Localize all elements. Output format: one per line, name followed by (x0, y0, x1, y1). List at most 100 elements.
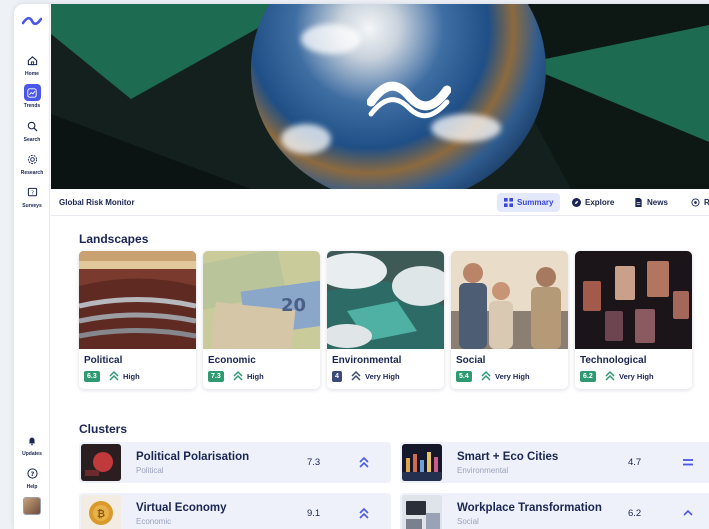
cluster-thumbnail (402, 444, 442, 481)
cluster-value: 7.3 (307, 457, 321, 468)
score-badge: 7.3 (208, 371, 224, 382)
cluster-row[interactable]: Political Polarisation Political 7.3 (79, 442, 391, 483)
sidebar-item-home[interactable]: Home (14, 52, 50, 77)
sidebar: Home Trends Search Research ? Surveys Up… (14, 4, 50, 529)
sidebar-item-search[interactable]: Search (14, 118, 50, 143)
sidebar-item-label: Trends (23, 103, 41, 109)
landscape-name: Economic (208, 355, 256, 366)
cluster-category: Political (136, 466, 164, 475)
sidebar-item-research[interactable]: Research (14, 151, 50, 176)
brand-logo[interactable] (22, 14, 42, 30)
sidebar-item-label: Updates (22, 451, 42, 457)
landscape-card-social[interactable]: Social 5.4 Very High (451, 251, 568, 389)
sidebar-item-surveys[interactable]: ? Surveys (14, 184, 50, 209)
sidebar-item-trends[interactable]: Trends (14, 84, 50, 109)
sidebar-item-label: Search (23, 137, 41, 143)
radar-icon (691, 198, 700, 207)
score-badge: 6.2 (580, 371, 596, 382)
tab-label: Explore (585, 198, 615, 207)
landscape-name: Political (84, 355, 123, 366)
landscape-card-economic[interactable]: 20 Economic 7.3 High (203, 251, 320, 389)
landscape-name: Technological (580, 355, 647, 366)
cluster-value: 6.2 (628, 508, 642, 519)
avatar[interactable] (23, 497, 41, 515)
risk-level: Very High (365, 372, 400, 381)
landscape-card-political[interactable]: Political 6.3 High (79, 251, 196, 389)
sidebar-item-label: Research (20, 170, 44, 176)
svg-text:?: ? (30, 470, 34, 478)
chevron-up-icon (683, 509, 693, 516)
tab-radar[interactable]: R (684, 193, 709, 212)
double-chevron-up-icon (605, 370, 615, 381)
parliament-image (79, 251, 196, 349)
cluster-value: 9.1 (307, 508, 321, 519)
trends-icon (23, 84, 41, 101)
cluster-thumbnail: ₿ (81, 495, 121, 529)
tab-label: R (704, 198, 709, 207)
sidebar-item-updates[interactable]: Updates (14, 432, 50, 457)
double-chevron-up-icon (109, 370, 119, 381)
sidebar-item-label: Help (26, 484, 38, 490)
surveys-icon: ? (24, 184, 41, 201)
compass-icon (572, 198, 581, 207)
cluster-name: Virtual Economy (136, 502, 227, 514)
aerial-clouds-image (327, 251, 444, 349)
home-icon (24, 52, 41, 69)
landscape-card-environmental[interactable]: Environmental 4 Very High (327, 251, 444, 389)
research-icon (24, 151, 41, 168)
equal-icon (683, 459, 693, 466)
cloud-shape (301, 24, 361, 54)
cluster-category: Economic (136, 517, 172, 526)
svg-text:?: ? (31, 190, 34, 196)
grid-icon (504, 198, 513, 207)
brand-logo-large (367, 81, 451, 119)
double-chevron-up-icon (351, 370, 361, 381)
cluster-name: Workplace Transformation (457, 502, 602, 514)
tab-summary[interactable]: Summary (497, 193, 561, 212)
app-window: Home Trends Search Research ? Surveys Up… (14, 4, 709, 529)
score-badge: 5.4 (456, 371, 472, 382)
cluster-name: Smart + Eco Cities (457, 451, 559, 463)
hero-banner (51, 4, 709, 189)
bell-icon (24, 432, 41, 449)
svg-text:₿: ₿ (97, 508, 105, 520)
cluster-category: Environmental (457, 466, 509, 475)
risk-level: Very High (619, 372, 654, 381)
landscape-name: Social (456, 355, 486, 366)
cloud-shape (281, 124, 331, 154)
phones-crowd-image (575, 251, 692, 349)
double-chevron-up-icon (359, 456, 369, 468)
cluster-thumbnail (81, 444, 121, 481)
page-header: Global Risk Monitor Summary Explore News… (51, 189, 709, 216)
cluster-thumbnail (402, 495, 442, 529)
friends-image (451, 251, 568, 349)
banknotes-image: 20 (203, 251, 320, 361)
svg-text:20: 20 (281, 295, 306, 316)
sidebar-item-label: Home (25, 71, 39, 77)
help-icon: ? (24, 465, 41, 482)
score-badge: 4 (332, 371, 342, 382)
double-chevron-up-icon (233, 370, 243, 381)
cluster-name: Political Polarisation (136, 451, 250, 463)
tab-explore[interactable]: Explore (565, 193, 621, 212)
double-chevron-up-icon (359, 507, 369, 519)
score-badge: 6.3 (84, 371, 100, 382)
document-icon (635, 198, 642, 207)
landscape-card-technological[interactable]: Technological 6.2 Very High (575, 251, 692, 389)
landscape-name: Environmental (332, 355, 402, 366)
cluster-value: 4.7 (628, 457, 642, 468)
cluster-category: Social (457, 517, 479, 526)
section-title-clusters: Clusters (79, 422, 128, 436)
cluster-row[interactable]: Smart + Eco Cities Environmental 4.7 (400, 442, 709, 483)
risk-level: High (247, 372, 264, 381)
sidebar-item-help[interactable]: ? Help (14, 465, 50, 490)
risk-level: Very High (495, 372, 530, 381)
page-title: Global Risk Monitor (59, 198, 135, 207)
tab-label: Summary (517, 198, 554, 207)
section-title-landscapes: Landscapes (79, 232, 149, 246)
cluster-row[interactable]: ₿ Virtual Economy Economic 9.1 (79, 493, 391, 529)
risk-level: High (123, 372, 140, 381)
cluster-row[interactable]: Workplace Transformation Social 6.2 (400, 493, 709, 529)
tab-news[interactable]: News (627, 193, 675, 212)
tab-label: News (647, 198, 668, 207)
